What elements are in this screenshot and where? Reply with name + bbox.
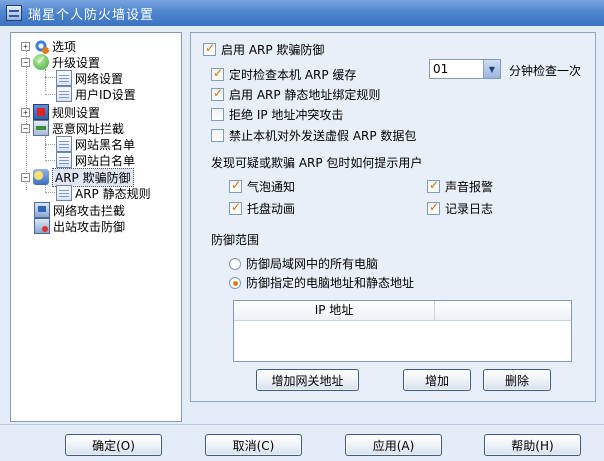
tree-item-label: 升级设置	[52, 55, 101, 70]
checkbox-label: 定时检查本机 ARP 缓存	[229, 68, 357, 82]
gear-icon	[33, 38, 49, 54]
scope-specified-radio[interactable]: 防御指定的电脑地址和静态地址	[229, 274, 414, 291]
sound-alarm-checkbox[interactable]: 声音报警	[427, 178, 493, 195]
document-icon	[56, 136, 72, 152]
tree-item-label: 恶意网址拦截	[52, 121, 125, 136]
tree-connector	[45, 77, 55, 78]
tree-connector	[45, 160, 55, 161]
collapse-icon[interactable]: −	[21, 123, 30, 133]
checkbox-box[interactable]	[211, 66, 224, 81]
tree-item-label: 出站攻击防御	[53, 219, 126, 234]
arp-defense-panel: 启用 ARP 欺骗防御 定时检查本机 ARP 缓存 01 ▼ 分钟检查一次 启用…	[190, 32, 596, 402]
checkbox-box[interactable]	[211, 86, 224, 101]
interval-value: 01	[433, 62, 449, 76]
tree-item-user-id-settings[interactable]: 用户ID设置	[56, 85, 136, 103]
checkbox-box[interactable]	[203, 41, 216, 56]
url-block-icon	[33, 120, 49, 136]
checkbox-label: 禁止本机对外发送虚假 ARP 数据包	[229, 129, 417, 143]
tree-item-whitelist[interactable]: 网站白名单	[56, 151, 135, 169]
expand-icon[interactable]: +	[21, 107, 30, 117]
tree-connector	[45, 144, 55, 145]
column-header-extra[interactable]	[435, 301, 571, 320]
interval-select[interactable]: 01 ▼	[429, 59, 501, 79]
outbound-attack-icon	[34, 218, 50, 234]
reject-conflict-checkbox[interactable]: 拒绝 IP 地址冲突攻击	[211, 106, 343, 123]
settings-tree[interactable]: + 选项 − 升级设置 网络设置 用户ID设置 + 规则设置 − 恶意网址拦截	[10, 32, 182, 422]
tree-connector	[45, 192, 55, 193]
tray-animation-checkbox[interactable]: 托盘动画	[229, 200, 295, 217]
rules-icon	[33, 104, 49, 120]
tree-connector	[45, 136, 46, 158]
tree-item-label: 网站白名单	[75, 153, 136, 168]
checkbox-box[interactable]	[427, 200, 440, 215]
add-button[interactable]: 增加	[403, 369, 471, 391]
settings-window: + 选项 − 升级设置 网络设置 用户ID设置 + 规则设置 − 恶意网址拦截	[0, 26, 604, 461]
checkbox-box[interactable]	[211, 129, 224, 142]
static-binding-checkbox[interactable]: 启用 ARP 静态地址绑定规则	[211, 86, 380, 103]
checkbox-box[interactable]	[229, 178, 242, 193]
tree-item-outbound-attack[interactable]: 出站攻击防御	[34, 217, 125, 235]
tree-item-label: 网络攻击拦截	[53, 203, 126, 218]
add-gateway-button[interactable]: 增加网关地址	[256, 369, 359, 391]
tree-item-label: 用户ID设置	[75, 87, 136, 102]
help-button[interactable]: 帮助(H)	[484, 434, 581, 456]
radio-circle[interactable]	[229, 257, 241, 270]
document-icon	[56, 70, 72, 86]
tree-item-label: ARP 静态规则	[75, 186, 151, 201]
title-bar[interactable]: 瑞星个人防火墙设置	[0, 0, 604, 26]
radio-label: 防御局域网中的所有电脑	[246, 257, 379, 271]
ok-button[interactable]: 确定(O)	[65, 434, 162, 456]
checkbox-label: 启用 ARP 静态地址绑定规则	[229, 88, 381, 102]
checkbox-box[interactable]	[211, 108, 224, 121]
document-icon	[56, 185, 72, 201]
upgrade-check-icon	[33, 53, 49, 70]
tree-item-label: 网络设置	[75, 71, 124, 86]
interval-suffix: 分钟检查一次	[509, 64, 582, 78]
log-record-checkbox[interactable]: 记录日志	[427, 200, 493, 217]
checkbox-label: 托盘动画	[247, 202, 296, 216]
checkbox-label: 气泡通知	[247, 180, 296, 194]
enable-arp-checkbox[interactable]: 启用 ARP 欺骗防御	[203, 41, 324, 58]
bubble-notify-checkbox[interactable]: 气泡通知	[229, 178, 295, 195]
checkbox-box[interactable]	[229, 200, 242, 215]
document-icon	[56, 152, 72, 168]
document-icon	[56, 86, 72, 102]
cancel-button[interactable]: 取消(C)	[205, 434, 302, 456]
tree-connector	[45, 69, 46, 91]
block-fake-arp-checkbox[interactable]: 禁止本机对外发送虚假 ARP 数据包	[211, 127, 416, 144]
table-header: IP 地址	[234, 301, 571, 321]
timed-check-checkbox[interactable]: 定时检查本机 ARP 缓存	[211, 66, 356, 83]
tree-connector	[45, 94, 55, 95]
scope-all-radio[interactable]: 防御局域网中的所有电脑	[229, 255, 378, 272]
tree-item-label: 规则设置	[52, 105, 101, 120]
delete-button[interactable]: 删除	[483, 369, 551, 391]
checkbox-label: 记录日志	[445, 202, 494, 216]
window-title: 瑞星个人防火墙设置	[28, 7, 155, 23]
collapse-icon[interactable]: −	[21, 172, 30, 182]
tree-item-arp-static[interactable]: ARP 静态规则	[56, 184, 151, 202]
expand-icon[interactable]: +	[21, 41, 30, 51]
tree-item-label: 网站黑名单	[75, 137, 136, 152]
notify-heading: 发现可疑或欺骗 ARP 包时如何提示用户	[211, 156, 423, 170]
ip-address-table[interactable]: IP 地址	[233, 300, 572, 362]
column-header-ip[interactable]: IP 地址	[234, 301, 435, 320]
arp-shield-icon	[33, 169, 49, 185]
footer-divider	[0, 424, 604, 425]
checkbox-box[interactable]	[427, 178, 440, 193]
firewall-app-icon	[6, 5, 22, 21]
scope-heading: 防御范围	[211, 233, 260, 247]
apply-button[interactable]: 应用(A)	[345, 434, 442, 456]
checkbox-label: 启用 ARP 欺骗防御	[221, 43, 325, 57]
radio-circle[interactable]	[229, 276, 241, 289]
network-attack-icon	[34, 202, 50, 218]
collapse-icon[interactable]: −	[21, 57, 30, 67]
chevron-down-icon[interactable]: ▼	[483, 60, 500, 78]
checkbox-label: 声音报警	[445, 180, 494, 194]
radio-label: 防御指定的电脑地址和静态地址	[246, 276, 415, 290]
tree-item-label: 选项	[52, 39, 77, 54]
checkbox-label: 拒绝 IP 地址冲突攻击	[229, 108, 344, 122]
